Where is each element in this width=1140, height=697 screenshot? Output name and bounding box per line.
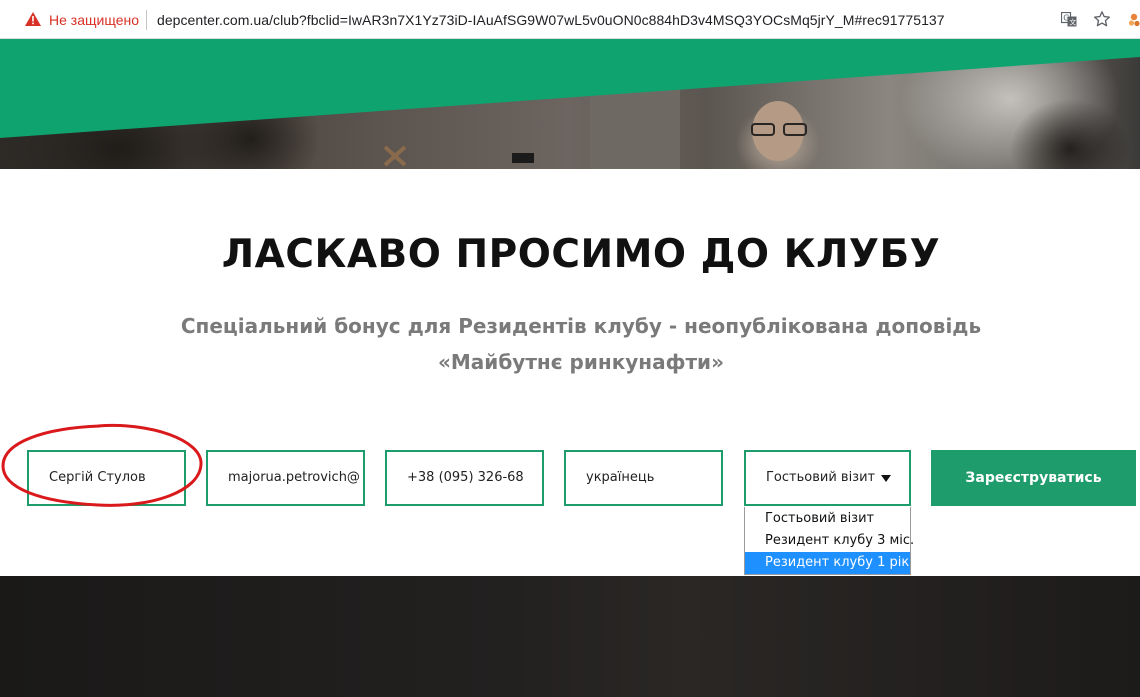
dropdown-option-guest[interactable]: Гостьовий візит bbox=[745, 508, 910, 530]
page-title: ЛАСКАВО ПРОСИМО ДО КЛУБУ bbox=[221, 232, 941, 277]
address-separator bbox=[146, 10, 147, 30]
visit-type-select[interactable]: Гостьовий візит bbox=[744, 450, 911, 506]
annotation-ellipse bbox=[1, 423, 203, 507]
phone-field[interactable]: +38 (095) 326-68 bbox=[385, 450, 544, 506]
subtitle: Спеціальний бонус для Резидентів клубу -… bbox=[150, 308, 1012, 380]
hero-banner bbox=[0, 39, 1140, 169]
dropdown-arrow-icon[interactable] bbox=[881, 475, 891, 482]
security-status[interactable]: Не защищено bbox=[49, 11, 139, 29]
dark-section bbox=[0, 576, 1140, 697]
url-text[interactable]: depcenter.com.ua/club?fbclid=IwAR3n7X1Yz… bbox=[157, 11, 945, 29]
subtitle-line-1: Спеціальний бонус для Резидентів клубу -… bbox=[180, 314, 982, 338]
email-field[interactable]: majorua.petrovich@ bbox=[206, 450, 365, 506]
svg-text:文: 文 bbox=[1069, 18, 1076, 27]
star-icon[interactable] bbox=[1093, 10, 1111, 28]
warning-icon bbox=[25, 12, 41, 26]
green-band bbox=[0, 39, 1140, 138]
address-bar[interactable]: Не защищено depcenter.com.ua/club?fbclid… bbox=[0, 0, 1140, 39]
dropdown-option-resident-1y[interactable]: Резидент клубу 1 рік bbox=[745, 552, 910, 574]
dropdown-option-resident-3m[interactable]: Резидент клубу 3 міс. bbox=[745, 530, 914, 552]
register-button[interactable]: Зареєструватись bbox=[931, 450, 1136, 506]
visit-type-value: Гостьовий візит bbox=[766, 470, 876, 485]
subtitle-line-2: «Майбутнє ринкунафти» bbox=[437, 350, 724, 374]
nationality-field[interactable]: українець bbox=[564, 450, 723, 506]
visit-type-dropdown[interactable]: Гостьовий візит Резидент клубу 3 міс. Ре… bbox=[744, 507, 914, 575]
extension-icon[interactable] bbox=[1128, 12, 1140, 28]
translate-icon[interactable]: G 文 bbox=[1061, 12, 1077, 27]
